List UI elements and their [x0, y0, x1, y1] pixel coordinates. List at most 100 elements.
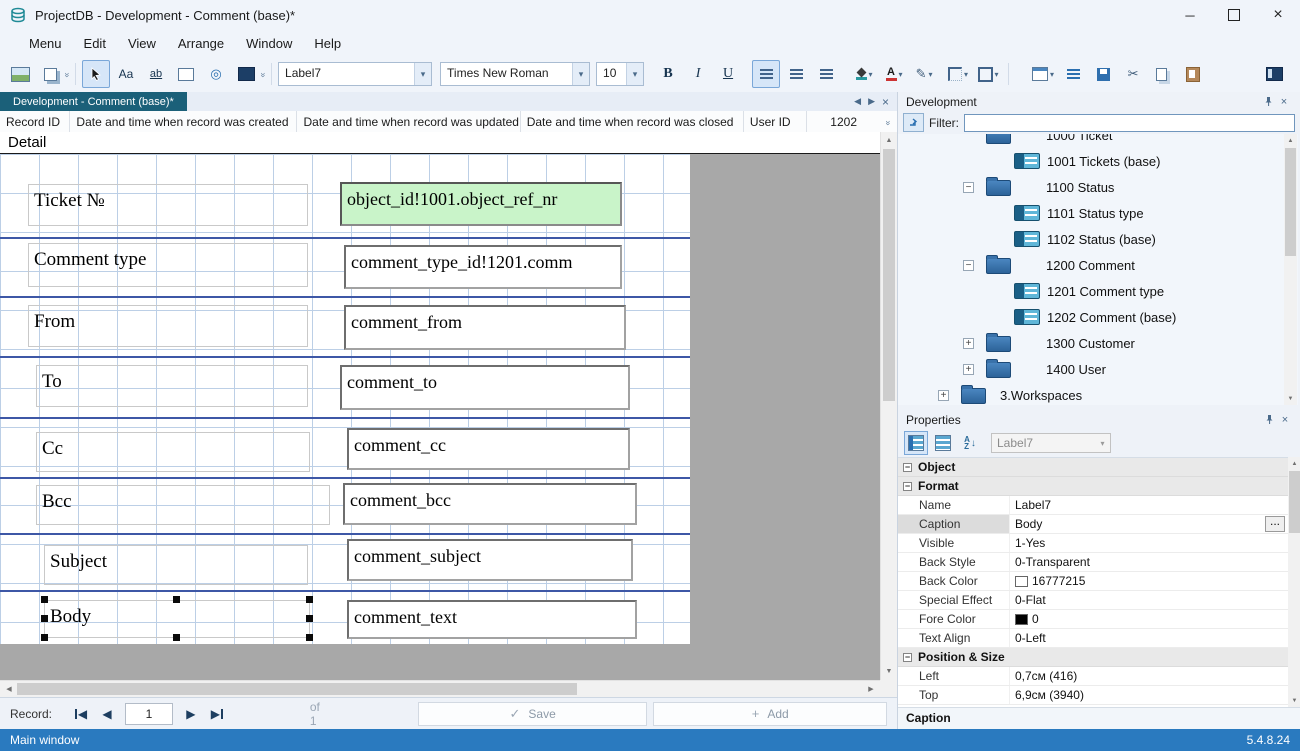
menu-item-help[interactable]: Help [303, 32, 352, 55]
tab-development-comment[interactable]: Development - Comment (base)* [0, 92, 187, 111]
alphabetical-view-button[interactable] [931, 431, 955, 455]
property-value[interactable]: Label7 [1010, 496, 1288, 514]
property-row-back-style[interactable]: Back Style 0-Transparent [898, 553, 1288, 572]
minimize-button[interactable]: ─ [1168, 0, 1212, 30]
property-row-name[interactable]: Name Label7 [898, 496, 1288, 515]
object-selector-combobox[interactable]: Label7 ▾ [991, 433, 1111, 453]
section-object[interactable]: Object [898, 458, 1288, 477]
scrollbar-thumb[interactable] [1289, 471, 1300, 533]
design-vertical-scrollbar[interactable]: ▲ ▼ [880, 132, 897, 680]
property-row-left[interactable]: Left 0,7см (416) [898, 667, 1288, 686]
image-control-button[interactable] [232, 60, 260, 88]
filter-input[interactable] [964, 114, 1295, 132]
scroll-left-icon[interactable]: ◀ [1, 681, 17, 697]
textbox-tool-button[interactable]: ab [142, 60, 170, 88]
label-tool-button[interactable]: Aa [112, 60, 140, 88]
panel-close-button[interactable]: × [1277, 414, 1293, 426]
pin-button[interactable] [1260, 96, 1276, 107]
chevron-down-icon[interactable]: ▾ [928, 70, 932, 79]
label-cc[interactable]: Cc [36, 432, 310, 472]
paste-button[interactable] [1179, 60, 1207, 88]
frame-tool-button[interactable] [172, 60, 200, 88]
tab-scroll-right-icon[interactable]: ▶ [868, 96, 875, 107]
property-value[interactable]: 0 [1010, 610, 1288, 628]
selection-handle[interactable] [41, 634, 48, 641]
selection-handle[interactable] [173, 634, 180, 641]
scroll-down-icon[interactable]: ▼ [881, 664, 897, 679]
chevron-down-icon[interactable]: ▾ [572, 63, 589, 85]
property-row-text-align[interactable]: Text Align 0-Left [898, 629, 1288, 648]
label-to[interactable]: To [36, 365, 308, 407]
field-comment-cc[interactable]: comment_cc [347, 428, 630, 470]
scrollbar-thumb[interactable] [17, 683, 577, 695]
tree-item-1300-customer[interactable]: 1300 Customer [898, 330, 1298, 356]
record-number-input[interactable] [125, 703, 173, 725]
field-comment-subject[interactable]: comment_subject [347, 539, 633, 581]
tab-scroll-left-icon[interactable]: ◀ [854, 96, 861, 107]
chevron-down-icon[interactable]: ▾ [626, 63, 643, 85]
tree-item-1000-ticket[interactable]: 1000 Ticket [898, 134, 1298, 148]
field-comment-type[interactable]: comment_type_id!1201.comm [344, 245, 622, 289]
tree-item-1200-comment[interactable]: 1200 Comment [898, 252, 1298, 278]
line-color-button[interactable]: ✎ ▾ [910, 60, 938, 88]
field-comment-from[interactable]: comment_from [344, 305, 626, 350]
chevron-down-icon[interactable]: ▾ [1050, 70, 1054, 79]
tree-item-1400-user[interactable]: 1400 User [898, 356, 1298, 382]
underline-button[interactable]: U [714, 60, 742, 88]
design-horizontal-scrollbar[interactable]: ◀ ▶ [0, 680, 880, 697]
field-object-ref[interactable]: object_id!1001.object_ref_nr [340, 182, 622, 226]
property-row-back-color[interactable]: Back Color 16777215 [898, 572, 1288, 591]
picture-tool-button[interactable] [6, 60, 34, 88]
column-header-user-id[interactable]: User ID [744, 111, 807, 132]
selection-handle[interactable] [306, 596, 313, 603]
ellipsis-button[interactable]: ... [1265, 516, 1285, 532]
design-canvas[interactable]: Ticket № object_id!1001.object_ref_nr Co… [0, 154, 880, 680]
section-position-size[interactable]: Position & Size [898, 648, 1288, 667]
option-tool-button[interactable]: ◎ [202, 60, 230, 88]
toolbox-overflow-icon[interactable]: » [259, 72, 269, 75]
tree-item-1201-comment-type[interactable]: 1201 Comment type [898, 278, 1298, 304]
field-list-button[interactable] [1059, 60, 1087, 88]
detail-band-header[interactable]: Detail [0, 132, 880, 154]
first-record-button[interactable]: ◀ [68, 703, 94, 725]
property-value[interactable]: 6,9см (3940) [1010, 686, 1288, 704]
label-body-selected[interactable]: Body [44, 600, 310, 638]
menu-item-arrange[interactable]: Arrange [167, 32, 235, 55]
panel-close-button[interactable]: × [1276, 96, 1292, 108]
property-value[interactable]: 0,7см (416) [1010, 667, 1288, 685]
next-record-button[interactable]: ▶ [178, 703, 204, 725]
scroll-down-icon[interactable]: ▼ [1288, 694, 1300, 707]
border-style-button[interactable]: ▾ [944, 60, 972, 88]
label-from[interactable]: From [28, 305, 308, 347]
scroll-up-icon[interactable]: ▲ [881, 133, 897, 148]
expand-icon[interactable] [938, 390, 949, 401]
tree-item-1102-status-base[interactable]: 1102 Status (base) [898, 226, 1298, 252]
selection-handle[interactable] [306, 615, 313, 622]
header-overflow-button[interactable]: » [881, 111, 897, 132]
column-header-updated[interactable]: Date and time when record was updated [297, 111, 520, 132]
tree-item-1001-tickets-base[interactable]: 1001 Tickets (base) [898, 148, 1298, 174]
column-header-created[interactable]: Date and time when record was created [70, 111, 297, 132]
font-family-combobox[interactable]: Times New Roman ▾ [440, 62, 590, 86]
italic-button[interactable]: I [684, 60, 712, 88]
menu-item-edit[interactable]: Edit [73, 32, 117, 55]
pin-button[interactable] [1261, 414, 1277, 425]
scrollbar-thumb[interactable] [883, 149, 895, 401]
properties-scrollbar[interactable]: ▲ ▼ [1288, 457, 1300, 707]
categorized-view-button[interactable] [904, 431, 928, 455]
menu-item-view[interactable]: View [117, 32, 167, 55]
label-comment-type[interactable]: Comment type [28, 243, 308, 287]
align-right-button[interactable] [812, 60, 840, 88]
chevron-down-icon[interactable]: ▾ [899, 70, 903, 79]
last-record-button[interactable]: ▶ [204, 703, 230, 725]
collapse-icon[interactable] [903, 653, 912, 662]
border-box-button[interactable]: ▾ [974, 60, 1002, 88]
property-value[interactable]: 0-Left [1010, 629, 1288, 647]
fill-color-button[interactable]: ▾ [850, 60, 878, 88]
field-comment-to[interactable]: comment_to [340, 365, 630, 410]
chevron-down-icon[interactable]: ▾ [414, 63, 431, 85]
collapse-icon[interactable] [903, 482, 912, 491]
go-to-object-button[interactable] [903, 113, 924, 132]
scroll-up-icon[interactable]: ▲ [1284, 134, 1297, 147]
property-value[interactable]: 0-Flat [1010, 591, 1288, 609]
